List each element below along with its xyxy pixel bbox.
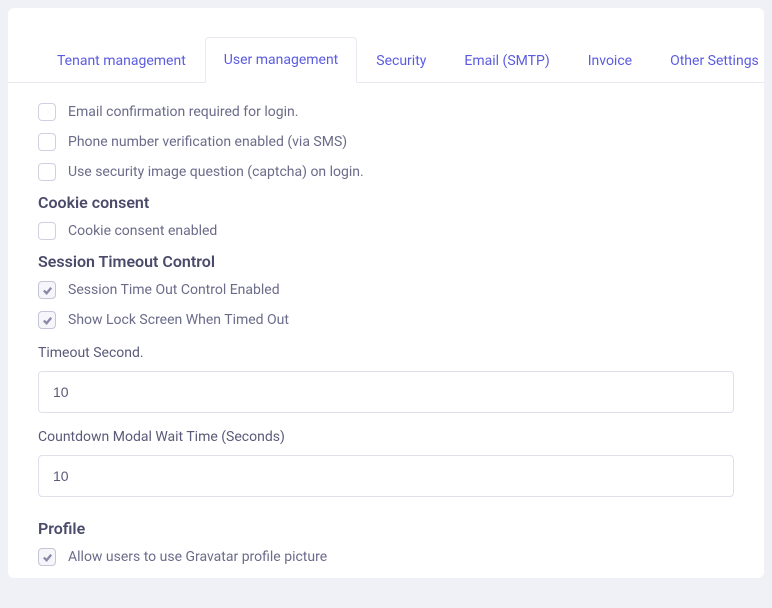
checkbox-row-cookie-consent: Cookie consent enabled — [38, 222, 734, 240]
tab-other-settings[interactable]: Other Settings — [651, 38, 772, 83]
checkbox-session-timeout[interactable] — [38, 281, 56, 299]
checkbox-phone-verify[interactable] — [38, 133, 56, 151]
tab-email-smtp[interactable]: Email (SMTP) — [445, 38, 568, 83]
check-icon — [42, 315, 53, 326]
settings-card: Tenant management User management Securi… — [8, 8, 764, 578]
checkbox-cookie-consent[interactable] — [38, 222, 56, 240]
check-icon — [42, 552, 53, 563]
tab-tenant-management[interactable]: Tenant management — [38, 38, 205, 83]
checkbox-row-gravatar: Allow users to use Gravatar profile pict… — [38, 548, 734, 566]
checkbox-row-phone-verify: Phone number verification enabled (via S… — [38, 133, 734, 151]
tab-security[interactable]: Security — [357, 38, 445, 83]
checkbox-row-email-confirm: Email confirmation required for login. — [38, 103, 734, 121]
label-countdown-wait: Countdown Modal Wait Time (Seconds) — [38, 429, 734, 445]
checkbox-label-cookie-consent: Cookie consent enabled — [68, 223, 217, 239]
tabs-nav: Tenant management User management Securi… — [8, 8, 764, 83]
check-icon — [42, 285, 53, 296]
tab-content: Email confirmation required for login. P… — [8, 83, 764, 608]
checkbox-captcha[interactable] — [38, 163, 56, 181]
checkbox-label-gravatar: Allow users to use Gravatar profile pict… — [68, 549, 327, 565]
label-timeout-second: Timeout Second. — [38, 345, 734, 361]
tab-invoice[interactable]: Invoice — [569, 38, 651, 83]
checkbox-row-session-timeout: Session Time Out Control Enabled — [38, 281, 734, 299]
input-timeout-second[interactable] — [38, 371, 734, 413]
checkbox-lock-screen[interactable] — [38, 311, 56, 329]
checkbox-label-lock-screen: Show Lock Screen When Timed Out — [68, 312, 289, 328]
checkbox-label-session-timeout: Session Time Out Control Enabled — [68, 282, 280, 298]
checkbox-row-lock-screen: Show Lock Screen When Timed Out — [38, 311, 734, 329]
input-countdown-wait[interactable] — [38, 455, 734, 497]
checkbox-label-phone-verify: Phone number verification enabled (via S… — [68, 134, 347, 150]
checkbox-label-email-confirm: Email confirmation required for login. — [68, 104, 298, 120]
heading-profile: Profile — [38, 519, 734, 538]
checkbox-row-captcha: Use security image question (captcha) on… — [38, 163, 734, 181]
heading-cookie-consent: Cookie consent — [38, 193, 734, 212]
tab-user-management[interactable]: User management — [205, 37, 357, 83]
heading-session-timeout: Session Timeout Control — [38, 252, 734, 271]
checkbox-gravatar[interactable] — [38, 548, 56, 566]
checkbox-email-confirm[interactable] — [38, 103, 56, 121]
checkbox-label-captcha: Use security image question (captcha) on… — [68, 164, 364, 180]
